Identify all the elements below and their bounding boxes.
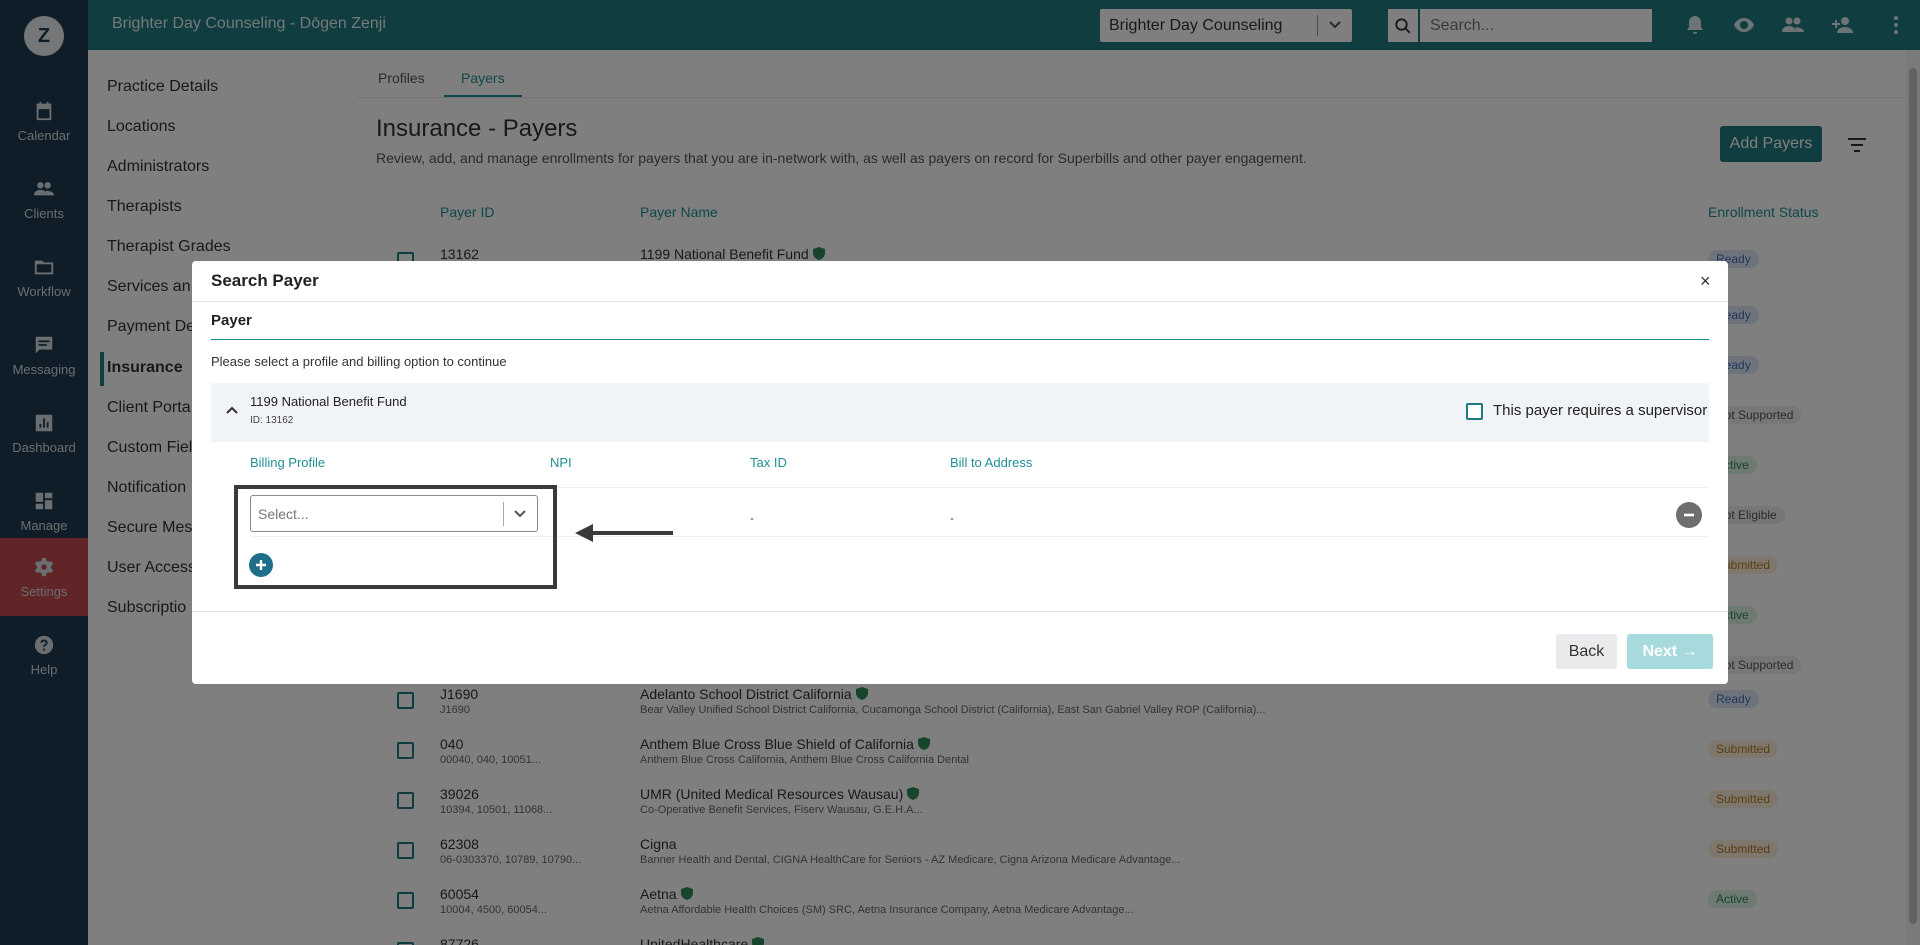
address-value: - <box>950 511 954 525</box>
annotation-arrow-icon <box>575 524 673 542</box>
payer-name: 1199 National Benefit Fund <box>250 394 407 409</box>
billing-header-npi: NPI <box>550 455 572 470</box>
billing-header-tax-id: Tax ID <box>750 455 787 470</box>
remove-billing-row-button[interactable] <box>1676 502 1702 528</box>
next-button[interactable]: Next → <box>1627 634 1713 669</box>
billing-header-address: Bill to Address <box>950 455 1033 470</box>
chevron-up-icon[interactable] <box>225 403 239 417</box>
minus-icon <box>1684 513 1694 517</box>
billing-header-profile: Billing Profile <box>250 455 326 470</box>
annotation-highlight-box <box>234 485 557 589</box>
close-icon[interactable]: × <box>1700 271 1711 292</box>
supervisor-checkbox[interactable] <box>1466 403 1483 420</box>
modal-title: Search Payer <box>211 271 319 290</box>
instruction-text: Please select a profile and billing opti… <box>211 354 507 369</box>
supervisor-label[interactable]: This payer requires a supervisor <box>1493 402 1707 419</box>
back-button[interactable]: Back <box>1556 634 1617 669</box>
tax-id-value: - <box>750 511 754 525</box>
search-payer-modal: Search Payer × Payer Please select a pro… <box>192 261 1728 684</box>
payer-accordion[interactable]: 1199 National Benefit Fund ID: 13162 Thi… <box>211 383 1709 442</box>
payer-id: ID: 13162 <box>250 415 294 426</box>
payer-section-label: Payer <box>211 312 252 329</box>
